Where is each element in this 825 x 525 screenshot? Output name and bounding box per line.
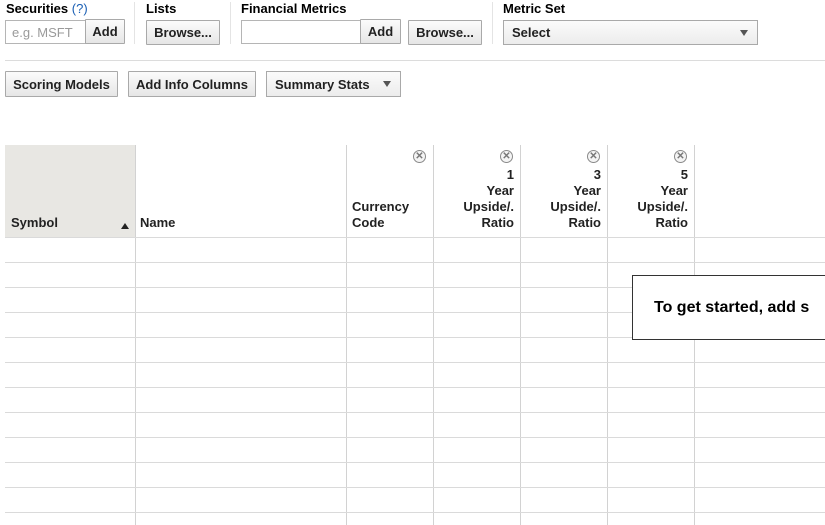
scoring-models-button[interactable]: Scoring Models [5,71,118,97]
lists-browse-button[interactable]: Browse... [146,20,220,45]
financial-metrics-label: Financial Metrics [241,1,347,16]
empty-state-text: To get started, add s [654,298,810,316]
securities-input[interactable]: e.g. MSFT [5,20,86,44]
column-header-name[interactable]: Name [135,145,346,237]
grid-column-divider [520,145,521,525]
remove-column-icon[interactable]: ✕ [587,150,600,163]
sort-ascending-icon [121,223,129,229]
securities-input-placeholder: e.g. MSFT [12,24,73,40]
lists-label: Lists [146,1,177,16]
column-header-3yr-upside[interactable]: ✕ 3 Year Upside/. Ratio [520,145,607,237]
column-header-3yr-label: 3 Year Upside/. Ratio [550,167,601,230]
securities-add-button[interactable]: Add [85,19,125,44]
metric-set-select[interactable]: Select [503,20,758,45]
table-row [5,462,825,463]
column-header-currency-code[interactable]: ✕ Currency Code [346,145,433,237]
metric-set-label: Metric Set [503,1,566,16]
column-header-5yr-upside[interactable]: ✕ 5 Year Upside/. Ratio [607,145,694,237]
remove-column-icon[interactable]: ✕ [500,150,513,163]
grid-column-divider [346,145,347,525]
column-header-5yr-label: 5 Year Upside/. Ratio [637,167,688,230]
grid-column-divider [607,145,608,525]
table-row [5,487,825,488]
securities-label: Securities (?) [6,1,88,16]
summary-stats-label: Summary Stats [275,76,370,92]
grid-column-divider [135,145,136,525]
column-header-1yr-label: 1 Year Upside/. Ratio [463,167,514,230]
financial-metrics-add-button[interactable]: Add [360,19,401,44]
table-row [5,262,825,263]
column-header-name-label: Name [140,215,176,230]
financial-metrics-browse-button[interactable]: Browse... [408,20,482,45]
chevron-down-icon [740,29,748,36]
table-row [5,362,825,363]
toolbar-divider [134,2,135,44]
table-row [5,512,825,513]
chevron-down-icon [383,81,391,87]
column-header-currency-label: Currency Code [352,199,410,230]
securities-help-link[interactable]: (?) [72,1,88,16]
metric-set-selected: Select [512,25,551,40]
column-header-symbol[interactable]: Symbol [5,145,135,237]
toolbar-separator [5,60,825,61]
table-row [5,437,825,438]
grid-column-divider [433,145,434,525]
summary-stats-dropdown[interactable]: Summary Stats [266,71,401,97]
remove-column-icon[interactable]: ✕ [413,150,426,163]
column-header-1yr-upside[interactable]: ✕ 1 Year Upside/. Ratio [433,145,520,237]
table-row [5,412,825,413]
financial-metrics-input[interactable] [241,20,362,44]
grid-header-border [5,237,825,238]
empty-state-message: To get started, add s [632,275,825,340]
column-header-symbol-label: Symbol [11,215,58,230]
add-info-columns-button[interactable]: Add Info Columns [128,71,256,97]
remove-column-icon[interactable]: ✕ [674,150,687,163]
table-row [5,387,825,388]
toolbar-divider [492,2,493,44]
toolbar-divider [230,2,231,44]
